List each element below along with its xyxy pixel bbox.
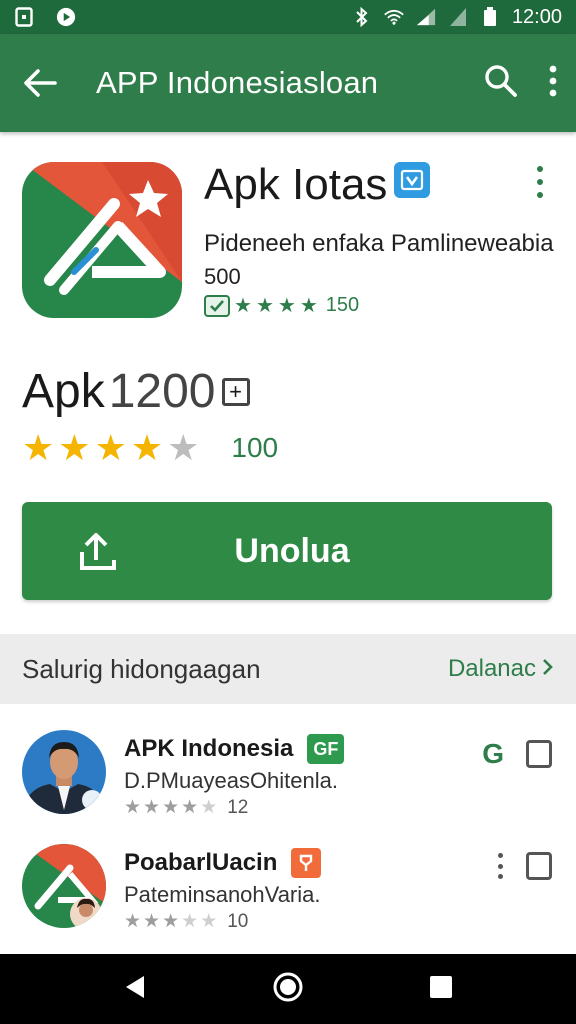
section-header: Salurig hidongaagan Dalanac bbox=[0, 634, 576, 704]
list-item-rating-count: 12 bbox=[227, 796, 249, 818]
rating-count: 100 bbox=[231, 432, 279, 463]
list-item-subtitle: D.PMuayeasOhitenla. bbox=[124, 768, 338, 793]
app-bar-title: APP Indonesiasloan bbox=[96, 65, 379, 100]
star-icon: ★ bbox=[94, 427, 127, 468]
status-bar: 12:00 bbox=[0, 0, 576, 34]
list-item-title: APK Indonesia GF bbox=[124, 734, 345, 764]
star-icon: ★ bbox=[162, 911, 180, 932]
list-item-name: PoabarlUacin bbox=[124, 849, 278, 876]
developer-name[interactable]: Pideneeh enfaka Pamlineweabia bbox=[204, 230, 554, 258]
developer-meta: 500 bbox=[204, 264, 241, 289]
item-more-icon[interactable] bbox=[498, 853, 504, 879]
list-item-rating: ★ ★ ★ ★ ★ 10 bbox=[124, 910, 248, 933]
star-icon: ★ bbox=[124, 797, 142, 818]
listing-title: Apk 1200 + bbox=[22, 364, 250, 419]
section-more-link[interactable]: Dalanac bbox=[448, 655, 554, 683]
signal-icon bbox=[416, 7, 436, 27]
app-bar: APP Indonesiasloan bbox=[0, 34, 576, 132]
share-upload-icon bbox=[78, 530, 118, 572]
app-name: Apk Iotas bbox=[204, 160, 388, 209]
app-logo bbox=[22, 162, 182, 318]
star-icon: ★ bbox=[143, 797, 161, 818]
list-item-rating-count: 10 bbox=[227, 910, 249, 932]
star-icon: ★ bbox=[143, 911, 161, 932]
verified-badge-icon bbox=[394, 162, 430, 198]
nav-home-icon[interactable] bbox=[272, 971, 304, 1008]
star-icon: ★ bbox=[181, 797, 199, 818]
wifi-icon bbox=[384, 7, 404, 27]
rating-row: ★ ★ ★ ★ ★ 100 bbox=[22, 430, 278, 466]
search-icon[interactable] bbox=[484, 64, 518, 103]
star-icon: ★ bbox=[162, 797, 180, 818]
list-item[interactable]: PoabarlUacin PateminsanohVaria. ★ ★ ★ ★ … bbox=[0, 844, 576, 954]
bluetooth-icon bbox=[352, 7, 372, 27]
star-icon: ★ bbox=[124, 911, 142, 932]
avatar bbox=[22, 730, 106, 814]
signal-2-icon bbox=[448, 7, 468, 27]
more-options-icon[interactable] bbox=[548, 65, 558, 102]
list-item-badge-icon bbox=[291, 848, 322, 878]
navigation-bar bbox=[0, 954, 576, 1024]
star-empty-icon: ★ bbox=[167, 427, 200, 468]
sim-card-icon bbox=[14, 7, 34, 27]
nav-recents-icon[interactable] bbox=[428, 974, 454, 1005]
star-icon: ★ bbox=[234, 294, 252, 317]
list-item-name: APK Indonesia bbox=[124, 735, 294, 762]
add-icon[interactable]: + bbox=[221, 377, 250, 406]
list-item[interactable]: APK Indonesia GF D.PMuayeasOhitenla. ★ ★… bbox=[0, 730, 576, 840]
nav-back-icon[interactable] bbox=[122, 973, 148, 1006]
list-item-title: PoabarlUacin bbox=[124, 848, 322, 878]
checkbox-icon[interactable] bbox=[526, 740, 552, 768]
star-icon: ★ bbox=[200, 797, 218, 818]
app-menu-icon[interactable] bbox=[528, 162, 552, 202]
status-time: 12:00 bbox=[511, 5, 562, 28]
list-item-tag: GF bbox=[307, 734, 345, 764]
listing-title-text: Apk bbox=[22, 365, 105, 418]
section-more-label: Dalanac bbox=[447, 655, 536, 682]
avatar bbox=[22, 844, 106, 928]
listing-version: 1200 bbox=[108, 365, 216, 418]
list-item-rating: ★ ★ ★ ★ ★ 12 bbox=[124, 796, 248, 819]
checkbox-icon[interactable] bbox=[526, 852, 552, 880]
back-arrow-icon[interactable] bbox=[18, 61, 62, 105]
list-item-g-label: G bbox=[482, 738, 504, 769]
star-icon: ★ bbox=[277, 294, 296, 317]
star-icon: ★ bbox=[58, 427, 91, 468]
download-button[interactable]: Unolua bbox=[22, 502, 552, 600]
star-icon: ★ bbox=[200, 911, 218, 932]
battery-icon bbox=[480, 7, 500, 27]
star-icon: ★ bbox=[255, 294, 274, 317]
list-item-subtitle: PateminsanohVaria. bbox=[124, 882, 321, 907]
chevron-right-icon bbox=[542, 655, 554, 683]
check-icon bbox=[204, 294, 230, 317]
mini-rating-count: 150 bbox=[325, 294, 360, 316]
star-icon: ★ bbox=[22, 427, 55, 468]
star-icon: ★ bbox=[181, 911, 199, 932]
mini-rating: ★ ★ ★ ★ 150 bbox=[204, 294, 359, 317]
section-title: Salurig hidongaagan bbox=[22, 653, 261, 684]
star-icon: ★ bbox=[130, 427, 164, 468]
star-icon: ★ bbox=[299, 294, 318, 317]
play-icon bbox=[56, 7, 76, 27]
